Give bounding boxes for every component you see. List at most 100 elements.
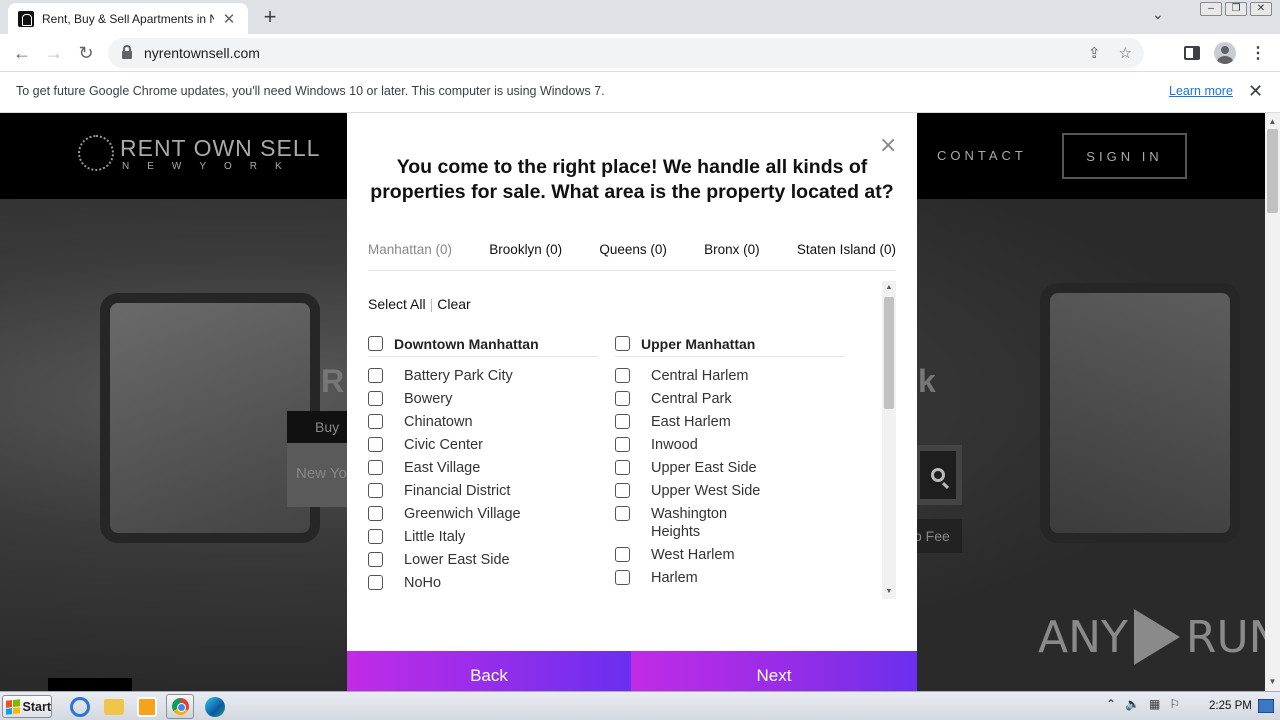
logo-tree-icon[interactable] — [78, 135, 114, 171]
hero-search-input[interactable]: New Yo — [287, 443, 347, 507]
back-button[interactable]: Back — [347, 651, 631, 691]
page-scrollbar-thumb[interactable] — [1267, 129, 1278, 213]
area-list-scrollbar-thumb[interactable] — [884, 297, 894, 409]
tab-manhattan[interactable]: Manhattan (0) — [368, 242, 452, 270]
checkbox[interactable] — [615, 506, 630, 521]
next-button[interactable]: Next — [631, 651, 917, 691]
file-explorer-icon[interactable] — [104, 699, 124, 715]
list-item[interactable]: Greenwich Village — [368, 505, 598, 528]
page-scrollbar[interactable]: ▲ ▼ — [1265, 113, 1280, 691]
checkbox[interactable] — [368, 414, 383, 429]
list-item[interactable]: West Harlem — [615, 546, 845, 569]
list-item[interactable]: Upper West Side — [615, 482, 845, 505]
checkbox[interactable] — [368, 368, 383, 383]
tab-queens[interactable]: Queens (0) — [599, 242, 667, 270]
list-item[interactable]: Upper East Side — [615, 459, 845, 482]
profile-avatar-icon[interactable] — [1214, 42, 1236, 64]
checkbox[interactable] — [615, 414, 630, 429]
tab-close-icon[interactable]: ✕ — [220, 10, 238, 28]
checkbox[interactable] — [615, 460, 630, 475]
scroll-down-arrow-icon[interactable]: ▼ — [882, 585, 896, 599]
checkbox[interactable] — [368, 575, 383, 590]
list-item[interactable]: East Harlem — [615, 413, 845, 436]
nav-contact-link[interactable]: CONTACT — [937, 148, 1027, 163]
checkbox[interactable] — [615, 391, 630, 406]
taskbar-clock[interactable]: 2:25 PM — [1209, 700, 1252, 712]
buy-tab[interactable]: Buy — [287, 411, 347, 443]
list-item[interactable]: Bowery — [368, 390, 598, 413]
no-fee-button[interactable]: o Fee — [914, 519, 962, 553]
kebab-menu-icon[interactable]: ⋮ — [1250, 43, 1266, 63]
internet-explorer-icon[interactable] — [70, 697, 90, 717]
list-item[interactable]: Financial District — [368, 482, 598, 505]
reload-icon[interactable]: ↻ — [75, 42, 97, 64]
hero-train-window-right — [1040, 283, 1240, 543]
url-text[interactable]: nyrentownsell.com — [144, 45, 260, 61]
checkbox[interactable] — [615, 547, 630, 562]
list-item[interactable]: Washington Heights — [615, 505, 845, 546]
column-heading[interactable]: Downtown Manhattan — [368, 331, 598, 357]
back-arrow-icon[interactable]: ← — [11, 42, 33, 64]
area-list-scrollbar[interactable]: ▲ ▼ — [882, 281, 896, 599]
volume-icon[interactable]: 🔈 — [1125, 697, 1140, 711]
sign-in-button[interactable]: SIGN IN — [1062, 133, 1187, 179]
list-item[interactable]: Central Harlem — [615, 367, 845, 390]
checkbox[interactable] — [368, 552, 383, 567]
learn-more-link[interactable]: Learn more — [1169, 84, 1233, 98]
list-item[interactable]: Inwood — [615, 436, 845, 459]
hero-search-button[interactable] — [914, 445, 962, 505]
list-item[interactable]: Chinatown — [368, 413, 598, 436]
tab-search-chevron-icon[interactable]: ⌄ — [1152, 6, 1164, 23]
action-center-flag-icon[interactable]: ⚐ — [1169, 697, 1180, 711]
list-item[interactable]: NoHo — [368, 574, 598, 597]
infobar-close-icon[interactable]: ✕ — [1248, 81, 1263, 102]
checkbox[interactable] — [368, 506, 383, 521]
lock-icon[interactable] — [122, 45, 132, 59]
network-icon[interactable]: ▦ — [1149, 697, 1160, 711]
tab-staten-island[interactable]: Staten Island (0) — [797, 242, 896, 270]
forward-arrow-icon[interactable]: → — [43, 42, 65, 64]
tray-expand-icon[interactable]: ⌃ — [1106, 697, 1116, 711]
chrome-taskbar-icon[interactable] — [166, 694, 194, 719]
share-icon[interactable]: ⇪ — [1088, 44, 1101, 62]
restore-button[interactable]: ❐ — [1225, 2, 1247, 16]
checkbox[interactable] — [615, 368, 630, 383]
checkbox[interactable] — [368, 336, 383, 351]
minimize-button[interactable]: – — [1200, 2, 1222, 16]
bookmark-star-icon[interactable]: ☆ — [1119, 44, 1132, 62]
checkbox[interactable] — [615, 336, 630, 351]
checkbox[interactable] — [368, 460, 383, 475]
clear-link[interactable]: Clear — [437, 296, 470, 312]
scroll-up-arrow-icon[interactable]: ▲ — [882, 281, 896, 295]
checkbox[interactable] — [368, 483, 383, 498]
scroll-up-arrow-icon[interactable]: ▲ — [1265, 115, 1280, 129]
show-desktop-icon[interactable] — [1258, 699, 1274, 713]
logo-text[interactable]: RENT OWN SELL — [120, 135, 320, 162]
list-item[interactable]: Harlem — [615, 569, 845, 592]
list-item[interactable]: Civic Center — [368, 436, 598, 459]
edge-icon[interactable] — [205, 697, 225, 717]
tab-bronx[interactable]: Bronx (0) — [704, 242, 760, 270]
media-player-icon[interactable] — [137, 697, 157, 717]
start-button[interactable]: Start — [2, 695, 52, 718]
window-close-button[interactable]: ✕ — [1250, 2, 1272, 16]
checkbox[interactable] — [368, 391, 383, 406]
list-item[interactable]: East Village — [368, 459, 598, 482]
list-item[interactable]: Battery Park City — [368, 367, 598, 390]
select-all-link[interactable]: Select All — [368, 296, 426, 312]
side-panel-icon[interactable] — [1184, 46, 1200, 60]
checkbox[interactable] — [368, 437, 383, 452]
checkbox[interactable] — [615, 483, 630, 498]
tab-brooklyn[interactable]: Brooklyn (0) — [489, 242, 562, 270]
checkbox[interactable] — [368, 529, 383, 544]
list-item[interactable]: Lower East Side — [368, 551, 598, 574]
list-item[interactable]: Little Italy — [368, 528, 598, 551]
address-bar[interactable]: nyrentownsell.com ⇪ ☆ — [108, 38, 1144, 68]
scroll-down-arrow-icon[interactable]: ▼ — [1265, 675, 1280, 689]
checkbox[interactable] — [615, 570, 630, 585]
checkbox[interactable] — [615, 437, 630, 452]
browser-tab[interactable]: Rent, Buy & Sell Apartments in New York … — [8, 3, 248, 34]
new-tab-button[interactable]: + — [258, 4, 282, 30]
column-heading[interactable]: Upper Manhattan — [615, 331, 845, 357]
list-item[interactable]: Central Park — [615, 390, 845, 413]
